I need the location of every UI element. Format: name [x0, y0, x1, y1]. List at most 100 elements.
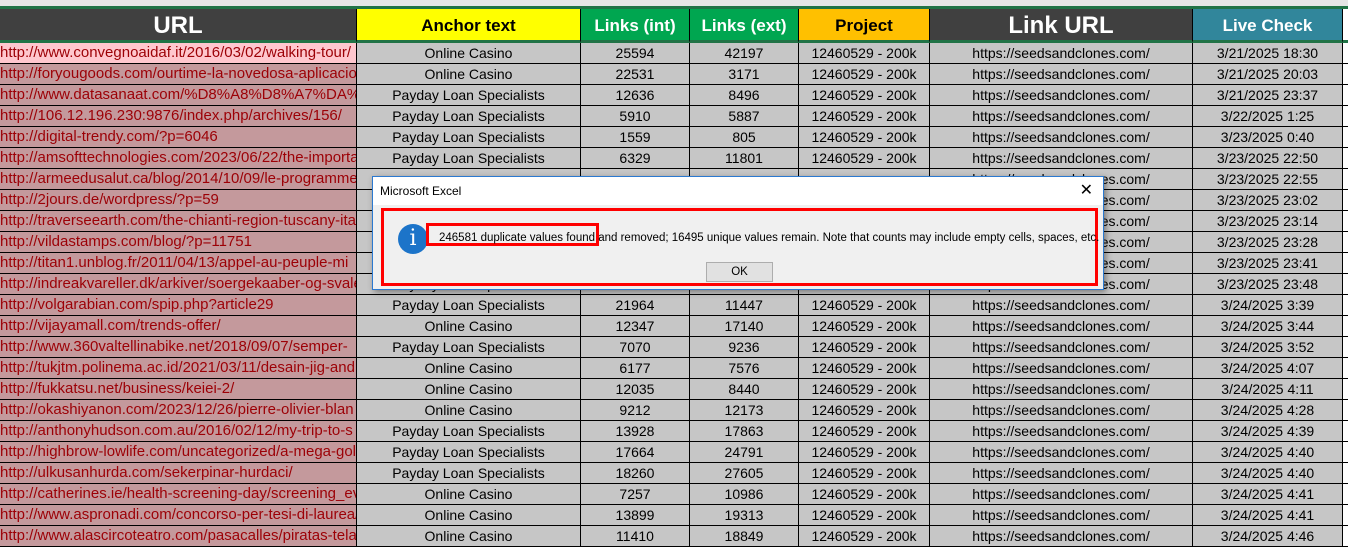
cell-live-check[interactable]: 3/24/2025 3:52	[1193, 337, 1343, 358]
cell-link-url[interactable]: https://seedsandclones.com/	[930, 85, 1193, 106]
cell-links-int[interactable]: 5910	[581, 106, 690, 127]
cell-anchor-text[interactable]: Payday Loan Specialists	[357, 148, 581, 169]
cell-project[interactable]: 12460529 - 200k	[799, 316, 930, 337]
cell-links-int[interactable]: 13928	[581, 421, 690, 442]
cell-link-url[interactable]: https://seedsandclones.com/	[930, 463, 1193, 484]
cell-anchor-text[interactable]: Online Casino	[357, 64, 581, 85]
cell-live-check[interactable]: 3/21/2025 20:03	[1193, 64, 1343, 85]
cell-live-check[interactable]: 3/23/2025 0:40	[1193, 127, 1343, 148]
cell-extra[interactable]	[1343, 316, 1348, 337]
cell-project[interactable]: 12460529 - 200k	[799, 379, 930, 400]
header-links-ext[interactable]: Links (ext)	[690, 9, 799, 43]
cell-links-ext[interactable]: 805	[690, 127, 799, 148]
cell-live-check[interactable]: 3/24/2025 4:41	[1193, 505, 1343, 526]
header-live-check[interactable]: Live Check	[1193, 9, 1343, 43]
cell-anchor-text[interactable]: Payday Loan Specialists	[357, 442, 581, 463]
cell-url[interactable]: http://armeedusalut.ca/blog/2014/10/09/l…	[0, 169, 357, 190]
cell-anchor-text[interactable]: Payday Loan Specialists	[357, 85, 581, 106]
cell-link-url[interactable]: https://seedsandclones.com/	[930, 358, 1193, 379]
cell-live-check[interactable]: 3/24/2025 4:40	[1193, 442, 1343, 463]
cell-url[interactable]: http://anthonyhudson.com.au/2016/02/12/m…	[0, 421, 357, 442]
cell-project[interactable]: 12460529 - 200k	[799, 43, 930, 64]
cell-extra[interactable]	[1343, 148, 1348, 169]
cell-anchor-text[interactable]: Payday Loan Specialists	[357, 295, 581, 316]
cell-links-ext[interactable]: 5887	[690, 106, 799, 127]
cell-link-url[interactable]: https://seedsandclones.com/	[930, 316, 1193, 337]
cell-url[interactable]: http://www.convegnoaidaf.it/2016/03/02/w…	[0, 43, 357, 64]
cell-live-check[interactable]: 3/23/2025 22:55	[1193, 169, 1343, 190]
cell-anchor-text[interactable]: Online Casino	[357, 358, 581, 379]
cell-url[interactable]: http://tukjtm.polinema.ac.id/2021/03/11/…	[0, 358, 357, 379]
cell-links-ext[interactable]: 18849	[690, 526, 799, 547]
cell-links-int[interactable]: 22531	[581, 64, 690, 85]
cell-link-url[interactable]: https://seedsandclones.com/	[930, 421, 1193, 442]
cell-live-check[interactable]: 3/24/2025 3:44	[1193, 316, 1343, 337]
cell-links-ext[interactable]: 19313	[690, 505, 799, 526]
cell-links-ext[interactable]: 27605	[690, 463, 799, 484]
cell-links-ext[interactable]: 3171	[690, 64, 799, 85]
header-anchor-text[interactable]: Anchor text	[357, 9, 581, 43]
cell-link-url[interactable]: https://seedsandclones.com/	[930, 295, 1193, 316]
cell-extra[interactable]	[1343, 337, 1348, 358]
cell-extra[interactable]	[1343, 106, 1348, 127]
cell-extra[interactable]	[1343, 85, 1348, 106]
close-icon[interactable]: ✕	[1080, 177, 1093, 205]
cell-live-check[interactable]: 3/23/2025 23:14	[1193, 211, 1343, 232]
cell-live-check[interactable]: 3/23/2025 23:28	[1193, 232, 1343, 253]
cell-link-url[interactable]: https://seedsandclones.com/	[930, 106, 1193, 127]
cell-links-ext[interactable]: 11801	[690, 148, 799, 169]
cell-url[interactable]: http://www.datasanaat.com/%D8%A8%D8%A7%D…	[0, 85, 357, 106]
cell-extra[interactable]	[1343, 232, 1348, 253]
cell-anchor-text[interactable]: Payday Loan Specialists	[357, 337, 581, 358]
cell-url[interactable]: http://www.aspronadi.com/concorso-per-te…	[0, 505, 357, 526]
cell-links-ext[interactable]: 12173	[690, 400, 799, 421]
cell-url[interactable]: http://traverseearth.com/the-chianti-reg…	[0, 211, 357, 232]
cell-extra[interactable]	[1343, 400, 1348, 421]
cell-live-check[interactable]: 3/23/2025 23:02	[1193, 190, 1343, 211]
cell-anchor-text[interactable]: Online Casino	[357, 43, 581, 64]
cell-extra[interactable]	[1343, 295, 1348, 316]
cell-links-int[interactable]: 6177	[581, 358, 690, 379]
cell-url[interactable]: http://foryougoods.com/ourtime-la-novedo…	[0, 64, 357, 85]
cell-extra[interactable]	[1343, 358, 1348, 379]
cell-link-url[interactable]: https://seedsandclones.com/	[930, 43, 1193, 64]
cell-anchor-text[interactable]: Online Casino	[357, 379, 581, 400]
cell-live-check[interactable]: 3/24/2025 4:41	[1193, 484, 1343, 505]
cell-project[interactable]: 12460529 - 200k	[799, 358, 930, 379]
cell-extra[interactable]	[1343, 421, 1348, 442]
cell-link-url[interactable]: https://seedsandclones.com/	[930, 484, 1193, 505]
cell-links-int[interactable]: 1559	[581, 127, 690, 148]
cell-links-int[interactable]: 7257	[581, 484, 690, 505]
cell-url[interactable]: http://www.alascircoteatro.com/pasacalle…	[0, 526, 357, 547]
cell-links-ext[interactable]: 8440	[690, 379, 799, 400]
cell-url[interactable]: http://amsofttechnologies.com/2023/06/22…	[0, 148, 357, 169]
cell-url[interactable]: http://www.360valtellinabike.net/2018/09…	[0, 337, 357, 358]
cell-project[interactable]: 12460529 - 200k	[799, 442, 930, 463]
cell-project[interactable]: 12460529 - 200k	[799, 526, 930, 547]
cell-project[interactable]: 12460529 - 200k	[799, 463, 930, 484]
cell-links-int[interactable]: 18260	[581, 463, 690, 484]
cell-url[interactable]: http://106.12.196.230:9876/index.php/arc…	[0, 106, 357, 127]
header-url[interactable]: URL	[0, 9, 357, 43]
cell-extra[interactable]	[1343, 379, 1348, 400]
cell-live-check[interactable]: 3/24/2025 4:40	[1193, 463, 1343, 484]
cell-url[interactable]: http://indreakvareller.dk/arkiver/soerge…	[0, 274, 357, 295]
cell-project[interactable]: 12460529 - 200k	[799, 148, 930, 169]
cell-anchor-text[interactable]: Online Casino	[357, 400, 581, 421]
cell-links-int[interactable]: 25594	[581, 43, 690, 64]
cell-extra[interactable]	[1343, 127, 1348, 148]
cell-link-url[interactable]: https://seedsandclones.com/	[930, 442, 1193, 463]
cell-links-ext[interactable]: 8496	[690, 85, 799, 106]
cell-link-url[interactable]: https://seedsandclones.com/	[930, 64, 1193, 85]
cell-extra[interactable]	[1343, 253, 1348, 274]
cell-links-int[interactable]: 7070	[581, 337, 690, 358]
cell-extra[interactable]	[1343, 463, 1348, 484]
cell-live-check[interactable]: 3/23/2025 23:48	[1193, 274, 1343, 295]
cell-live-check[interactable]: 3/22/2025 1:25	[1193, 106, 1343, 127]
cell-project[interactable]: 12460529 - 200k	[799, 421, 930, 442]
cell-extra[interactable]	[1343, 505, 1348, 526]
cell-links-ext[interactable]: 7576	[690, 358, 799, 379]
cell-url[interactable]: http://catherines.ie/health-screening-da…	[0, 484, 357, 505]
cell-link-url[interactable]: https://seedsandclones.com/	[930, 379, 1193, 400]
cell-extra[interactable]	[1343, 211, 1348, 232]
